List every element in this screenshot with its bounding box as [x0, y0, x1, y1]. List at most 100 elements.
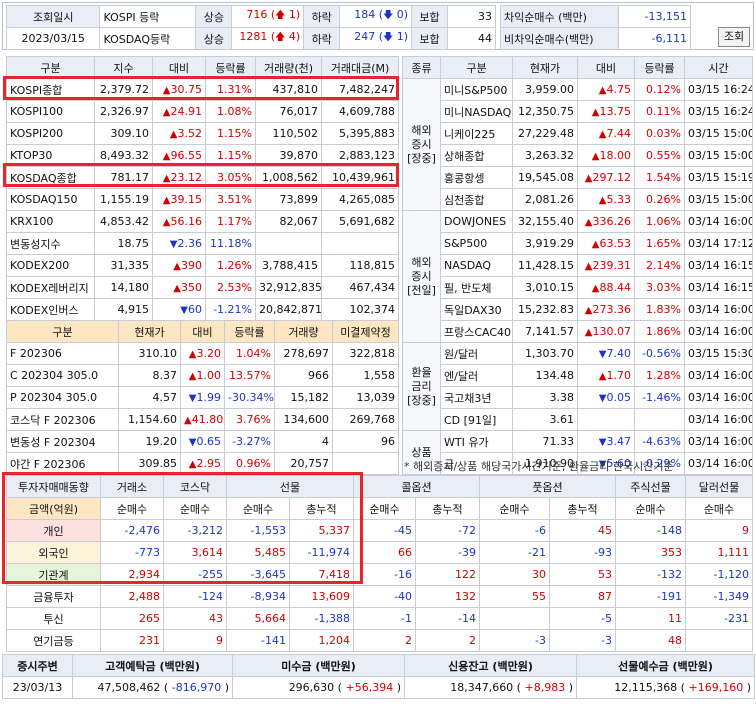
pct-cell: -1.21% — [205, 298, 256, 321]
investor-value: -14 — [415, 607, 480, 630]
change-cell: ▲3.20 — [180, 342, 225, 365]
world-row[interactable]: 해외 증시 [전일] DOWJONES 32,155.40 ▲336.26 1.06% 0… — [402, 210, 753, 343]
pct-cell: 2.14% — [634, 254, 685, 277]
funds-header-2: 미수금 (백만원) — [232, 654, 405, 677]
investor-value: -124 — [163, 585, 227, 608]
world-row[interactable]: 국고채3년 3.38 ▼0.05 -1.46% 03/14 16:00 — [403, 386, 753, 409]
futures-price: 310.10 — [118, 342, 181, 365]
index-amount: 118,815 — [321, 254, 399, 277]
pct-cell: 0.12% — [634, 78, 685, 101]
world-row[interactable]: 심천종합 2,081.26 ▲5.33 0.26% 03/15 15:00 — [403, 188, 753, 211]
pct-cell: 3.76% — [224, 408, 275, 431]
world-row[interactable]: CD [91일] 3.61 03/14 16:00 — [403, 408, 753, 431]
arrow-up-icon: ▲ — [591, 151, 600, 162]
index-name: KODEX인버스 — [6, 298, 95, 321]
investor-value: 5,664 — [226, 607, 290, 630]
change-cell: ▲63.53 — [577, 232, 635, 255]
world-row[interactable]: 상해종합 3,263.32 ▲18.00 0.55% 03/15 15:00 — [403, 144, 753, 167]
pct-cell: 3.03% — [634, 276, 685, 299]
world-row[interactable]: 필, 반도체 3,010.15 ▲88.44 3.03% 03/14 16:15 — [403, 276, 753, 299]
world-row[interactable]: S&P500 3,919.29 ▲63.53 1.65% 03/14 17:12 — [403, 232, 753, 255]
futures-row[interactable]: C 202304 305.0 8.37 ▲1.00 13.57% 966 1,558 — [6, 364, 399, 387]
world-name: 홍콩항셍 — [440, 166, 513, 189]
change-value: 5.33 — [606, 193, 632, 206]
pct-cell: 1.86% — [634, 320, 685, 343]
index-row[interactable]: KODEX인버스 4,915 ▼60 -1.21% 20,842,871 102,374 — [6, 298, 399, 321]
futures-row[interactable]: 야간 F 202306 309.85 ▲2.95 0.96% 20,757 — [6, 452, 399, 475]
change-cell: ▲7.44 — [577, 122, 635, 145]
index-header-0: 구분 — [6, 56, 95, 79]
change-cell: ▼2.36 — [152, 232, 206, 255]
index-volume: 110,502 — [255, 122, 322, 145]
change-value: 56.16 — [170, 215, 203, 228]
world-time: 03/14 16:00 — [684, 320, 753, 343]
pct-cell: 0.26% — [634, 188, 685, 211]
investor-value: 9 — [163, 629, 227, 652]
world-row[interactable]: 니케이225 27,229.48 ▲7.44 0.03% 03/15 15:00 — [403, 122, 753, 145]
arrow-down-icon: ▼ — [598, 393, 607, 404]
investor-value: -39 — [415, 541, 480, 564]
futures-row[interactable]: F 202306 310.10 ▲3.20 1.04% 278,697 322,818 — [6, 342, 399, 365]
arrow-up-icon: ▲ — [591, 107, 600, 118]
change-cell: ▼7.40 — [577, 342, 635, 365]
futures-row[interactable]: P 202304 305.0 4.57 ▼1.99 -30.34% 15,182 13,0… — [6, 386, 399, 409]
world-name: 원/달러 — [440, 342, 513, 365]
world-price: 71.33 — [512, 430, 578, 453]
world-row[interactable]: 엔/달러 134.48 ▲1.70 1.28% 03/14 16:00 — [403, 364, 753, 387]
futures-oi: 13,039 — [332, 386, 399, 409]
investor-value: -1,120 — [685, 563, 753, 586]
arrow-up-icon: ▲ — [598, 129, 607, 140]
index-row[interactable]: 변동성지수 18.75 ▼2.36 11.18% — [6, 232, 399, 255]
world-row[interactable]: 미니NASDAQ 12,350.75 ▲13.75 0.11% 03/15 16:24 — [403, 100, 753, 123]
pct-cell: 1.04% — [224, 342, 275, 365]
arrow-down-icon: ▼ — [188, 393, 197, 404]
query-button[interactable]: 조회 — [718, 27, 750, 47]
arrow-up-icon: ▲ — [188, 371, 197, 382]
world-row[interactable]: 독일DAX30 15,232.83 ▲273.36 1.83% 03/14 16:00 — [403, 298, 753, 321]
world-row[interactable]: 상품 WTI 유가 71.33 ▼3.47 -4.63% 03/14 16:00 — [402, 430, 753, 475]
index-value: 18.75 — [94, 232, 153, 255]
investor-value: -16 — [353, 563, 416, 586]
world-time: 03/15 15:00 — [684, 144, 753, 167]
futures-row[interactable]: 코스닥 F 202306 1,154.60 ▲41.80 3.76% 134,600 26… — [6, 408, 399, 431]
index-row[interactable]: KODEX레버리지 14,180 ▲350 2.53% 32,912,835 467,43… — [6, 276, 399, 299]
pct-cell: -0.56% — [634, 342, 685, 365]
index-row[interactable]: KODEX200 31,335 ▲390 1.26% 3,788,415 118,815 — [6, 254, 399, 277]
investor-head2-7: 순매수 — [479, 497, 550, 520]
investor-head1-5: 풋옵션 — [479, 475, 616, 498]
world-row[interactable]: NASDAQ 11,428.15 ▲239.31 2.14% 03/14 16:15 — [403, 254, 753, 277]
investor-row[interactable]: 금융투자 2,488 -124 -8,934 13,609 -40 132 55 87 -191-… — [6, 585, 753, 608]
change-value: 1.99 — [196, 391, 222, 404]
index-amount: 102,374 — [321, 298, 399, 321]
world-row[interactable]: 해외 증시 [장중] 미니S&P500 3,959.00 ▲4.75 0.12% 03/1… — [402, 78, 753, 211]
index-row[interactable]: KOSPI200 309.10 ▲3.52 1.15% 110,502 5,395,883 — [6, 122, 399, 145]
investor-row[interactable]: 연기금등 231 9 -141 1,204 2 2 -3 -3 48 — [6, 629, 753, 652]
index-amount — [321, 232, 399, 255]
investor-head2-8: 총누적 — [549, 497, 616, 520]
arrow-down-icon: ▼ — [598, 437, 607, 448]
change-cell: ▲130.07 — [577, 320, 635, 343]
index-volume: 3,788,415 — [255, 254, 322, 277]
futures-price: 1,154.60 — [118, 408, 181, 431]
investor-head2-5: 순매수 — [353, 497, 416, 520]
change-cell: ▲3.52 — [152, 122, 206, 145]
world-header-0: 종류 — [402, 56, 441, 79]
index-name: 변동성지수 — [6, 232, 95, 255]
up-label: 상승 — [195, 5, 233, 28]
pct-cell: 1.15% — [205, 122, 256, 145]
kospi-down-count: 184 (🡇 0) — [339, 5, 413, 28]
world-time: 03/14 16:00 — [684, 364, 753, 387]
world-row[interactable]: 프랑스CAC40 7,141.57 ▲130.07 1.86% 03/14 16:00 — [403, 320, 753, 343]
investor-row[interactable]: 투신 265 43 5,664 -1,388 -1 -14 -5 11 -231 — [6, 607, 753, 630]
index-row[interactable]: KOSPI100 2,326.97 ▲24.91 1.08% 76,017 4,609,7… — [6, 100, 399, 123]
up-label: 상승 — [195, 27, 233, 50]
investor-value: -93 — [549, 541, 616, 564]
index-row[interactable]: KOSDAQ150 1,155.19 ▲39.15 3.51% 73,899 4,265,… — [6, 188, 399, 211]
investor-value: 2 — [353, 629, 416, 652]
investor-value: 45 — [549, 519, 616, 542]
index-row[interactable]: KRX100 4,853.42 ▲56.16 1.17% 82,067 5,691,682 — [6, 210, 399, 233]
futures-row[interactable]: 변동성 F 202304 19.20 ▼0.65 -3.27% 4 96 — [6, 430, 399, 453]
world-row[interactable]: 환율 금리 [장중] 원/달러 1,303.70 ▼7.40 -0.56% 03/15 1… — [402, 342, 753, 431]
world-row[interactable]: 홍콩항셍 19,545.08 ▲297.12 1.54% 03/15 15:19 — [403, 166, 753, 189]
kospi-up-count: 716 (🡅 1) — [231, 5, 305, 28]
